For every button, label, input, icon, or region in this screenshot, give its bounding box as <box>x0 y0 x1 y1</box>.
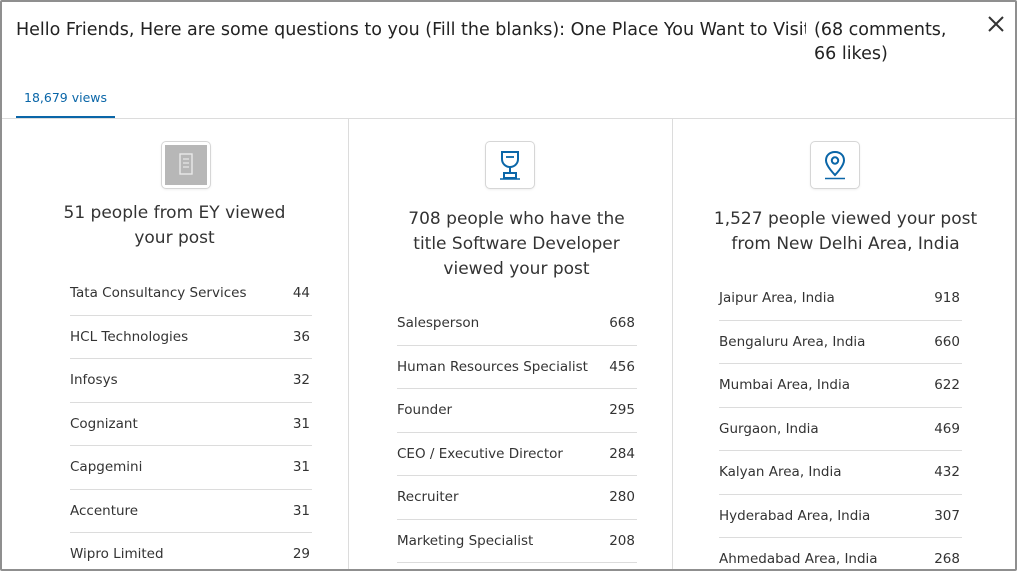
list-item-count: 29 <box>292 546 310 563</box>
list-item[interactable]: CEO / Executive Director 284 <box>397 433 637 476</box>
list-item[interactable]: Mumbai Area, India 622 <box>719 364 962 408</box>
list-item-count: 36 <box>292 328 310 345</box>
list-item[interactable]: Ahmedabad Area, India 268 <box>719 538 962 569</box>
list-item-count: 32 <box>292 372 310 389</box>
list-item-count: 660 <box>934 333 960 350</box>
location-column: 1,527 people viewed your post from New D… <box>672 119 1015 569</box>
list-item[interactable]: Gurgaon, India 469 <box>719 408 962 451</box>
list-item-label: Wipro Limited <box>70 546 164 563</box>
title-icon-box <box>486 142 534 188</box>
list-item-label: Jaipur Area, India <box>719 290 835 307</box>
list-item-count: 918 <box>934 290 960 307</box>
post-engagement-stats: (68 comments, 66 likes) <box>814 20 947 64</box>
company-heading: 51 people from EY viewed your post <box>63 203 286 248</box>
location-heading: 1,527 people viewed your post from New D… <box>713 209 978 254</box>
title-list: Salesperson 668 Human Resources Specialist… <box>397 302 637 563</box>
list-item-count: 284 <box>609 445 635 462</box>
list-item[interactable]: Salesperson 668 <box>397 302 637 346</box>
list-item[interactable]: Accenture 31 <box>70 490 312 533</box>
trophy-icon <box>500 151 520 180</box>
post-title: Hello Friends, Here are some questions t… <box>16 20 806 40</box>
close-button[interactable] <box>984 12 1008 36</box>
company-icon-box <box>162 142 210 188</box>
list-item-count: 31 <box>292 502 310 519</box>
list-item[interactable]: Recruiter 280 <box>397 476 637 520</box>
list-item-label: Mumbai Area, India <box>719 377 851 394</box>
list-item-count: 208 <box>609 532 635 549</box>
company-column: 51 people from EY viewed your post Tata … <box>2 119 347 569</box>
location-list: Jaipur Area, India 918 Bengaluru Area, Ind… <box>719 277 962 569</box>
list-item[interactable]: Kalyan Area, India 432 <box>719 451 962 495</box>
list-item-label: Cognizant <box>70 415 138 432</box>
list-item-label: Bengaluru Area, India <box>719 333 866 350</box>
list-item-count: 622 <box>934 377 960 394</box>
location-icon-box <box>811 142 859 188</box>
list-item-label: Tata Consultancy Services <box>70 285 247 302</box>
dialog-header: Hello Friends, Here are some questions t… <box>2 2 1015 119</box>
list-item-label: Kalyan Area, India <box>719 464 842 481</box>
list-item-count: 31 <box>292 459 310 476</box>
list-item[interactable]: HCL Technologies 36 <box>70 316 312 359</box>
list-item[interactable]: Bengaluru Area, India 660 <box>719 321 962 364</box>
list-item-count: 456 <box>609 358 635 375</box>
list-item[interactable]: Human Resources Specialist 456 <box>397 346 637 389</box>
list-item-count: 668 <box>609 315 635 332</box>
list-item[interactable]: Hyderabad Area, India 307 <box>719 495 962 538</box>
list-item[interactable]: Capgemini 31 <box>70 446 312 490</box>
list-item-label: CEO / Executive Director <box>397 445 563 462</box>
list-item-count: 44 <box>292 285 310 302</box>
list-item[interactable]: Infosys 32 <box>70 359 312 403</box>
list-item[interactable]: Wipro Limited 29 <box>70 533 312 569</box>
list-item-count: 469 <box>934 420 960 437</box>
list-item-count: 280 <box>609 489 635 506</box>
building-icon <box>165 145 207 185</box>
list-item[interactable]: Jaipur Area, India 918 <box>719 277 962 321</box>
list-item-label: Human Resources Specialist <box>397 358 588 375</box>
list-item-label: HCL Technologies <box>70 328 189 345</box>
list-item[interactable]: Marketing Specialist 208 <box>397 520 637 563</box>
list-item-label: Ahmedabad Area, India <box>719 551 878 568</box>
list-item-label: Accenture <box>70 502 139 519</box>
title-heading: 708 people who have the title Software D… <box>408 209 625 279</box>
list-item[interactable]: Cognizant 31 <box>70 403 312 446</box>
list-item-label: Salesperson <box>397 315 480 332</box>
list-item-count: 31 <box>292 415 310 432</box>
company-list: Tata Consultancy Services 44 HCL Technolog… <box>70 272 312 569</box>
list-item-label: Capgemini <box>70 459 143 476</box>
list-item-label: Founder <box>397 402 453 419</box>
list-item-label: Marketing Specialist <box>397 532 534 549</box>
list-item[interactable]: Founder 295 <box>397 389 637 433</box>
close-icon <box>988 16 1004 32</box>
list-item-count: 268 <box>934 551 960 568</box>
list-item-count: 432 <box>934 464 960 481</box>
list-item-label: Gurgaon, India <box>719 420 819 437</box>
post-analytics-dialog: Hello Friends, Here are some questions t… <box>0 0 1017 571</box>
title-column: 708 people who have the title Software D… <box>348 119 672 569</box>
list-item-count: 295 <box>609 402 635 419</box>
list-item-label: Recruiter <box>397 489 459 506</box>
map-pin-icon <box>824 150 846 180</box>
list-item[interactable]: Tata Consultancy Services 44 <box>70 272 312 316</box>
tab-views[interactable]: 18,679 views <box>16 86 116 118</box>
list-item-count: 307 <box>934 507 960 524</box>
list-item-label: Infosys <box>70 372 118 389</box>
list-item-label: Hyderabad Area, India <box>719 507 871 524</box>
